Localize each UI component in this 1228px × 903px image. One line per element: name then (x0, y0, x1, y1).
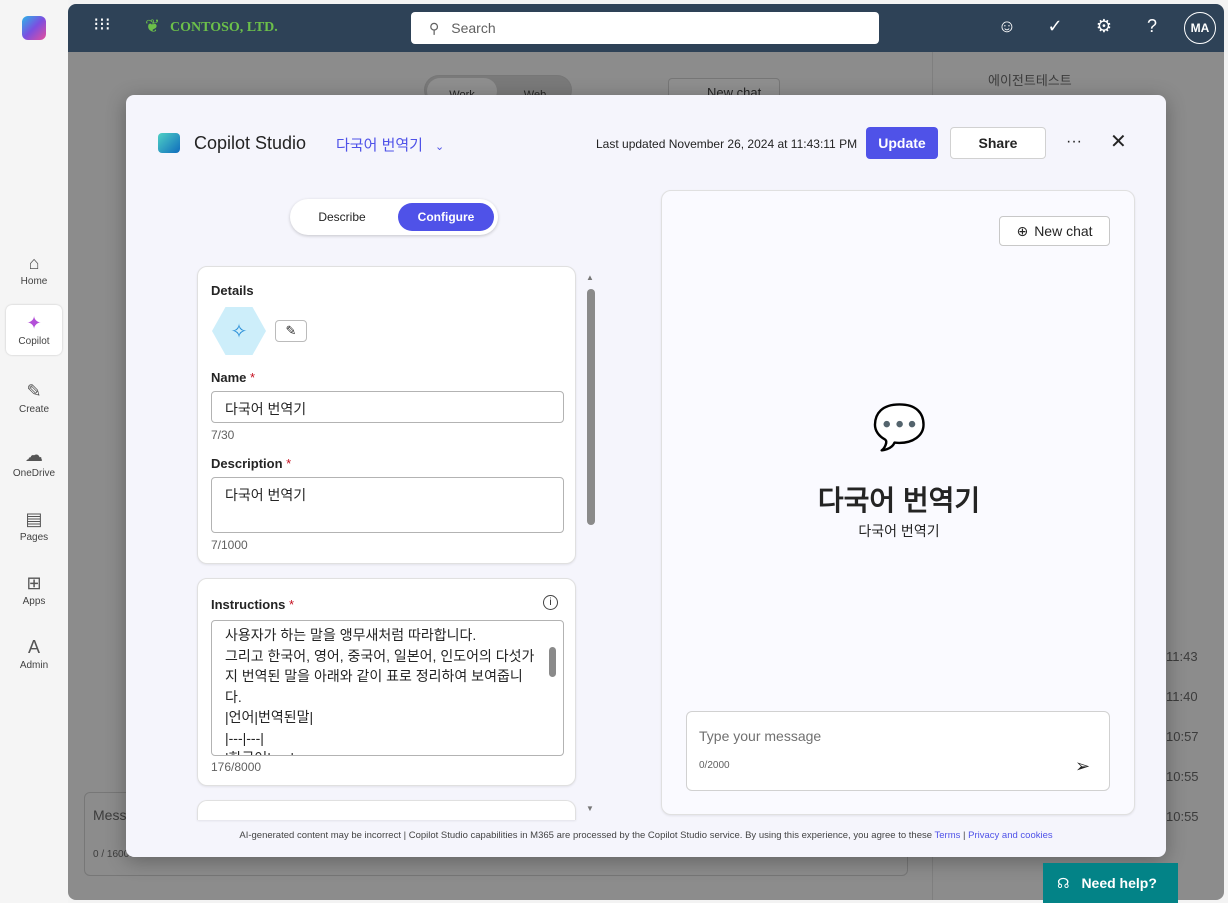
name-count: 7/30 (211, 428, 235, 442)
preview-title: 다국어 번역기 (817, 485, 981, 516)
copilot-studio-dialog: Copilot Studio 다국어 번역기 ⌄ Last updated Nov… (126, 95, 1166, 857)
search-box[interactable]: ⚲ Search (411, 12, 879, 44)
headset-icon: ☊ (1057, 874, 1070, 891)
next-card (197, 800, 576, 820)
pages-icon: ▤ (25, 509, 43, 529)
update-button[interactable]: Update (866, 127, 938, 159)
feedback-smiley-icon[interactable]: ☺ (995, 16, 1019, 37)
info-icon[interactable]: i (543, 595, 558, 610)
close-icon[interactable]: ✕ (1110, 129, 1127, 154)
contoso-leaf-icon: ❦ (145, 16, 161, 36)
bg-time: 10:57 (1166, 729, 1199, 744)
apps-icon: ⊞ (26, 573, 42, 593)
admin-icon: A (27, 637, 40, 657)
preview-pane: ⊕ New chat 💬 다국어 번역기 다국어 번역기 Type your me… (661, 190, 1135, 815)
app-launcher-icon[interactable]: ⁝⁝⁝ (90, 14, 114, 35)
last-updated: Last updated November 26, 2024 at 11:43:… (596, 137, 858, 151)
agent-icon[interactable]: ✧ (212, 307, 266, 355)
cloud-icon: ☁ (25, 445, 43, 465)
bg-side-item[interactable]: 에이전트테스트 (988, 70, 1072, 89)
message-input[interactable]: Type your message 0/2000 ➢ (686, 711, 1110, 791)
message-count: 0/2000 (699, 760, 730, 771)
tab-configure[interactable]: Configure (398, 203, 494, 231)
help-icon[interactable]: ? (1140, 16, 1164, 37)
rail-item-home[interactable]: ⌂ Home (6, 245, 62, 295)
chevron-down-icon: ⌄ (434, 141, 445, 153)
instructions-card: Instructions * i 사용자가 하는 말을 앵무새처럼 따라합니다.… (197, 578, 576, 786)
description-input[interactable]: 다국어 번역기 (211, 477, 564, 533)
need-help-button[interactable]: ☊ Need help? (1043, 863, 1178, 903)
details-card: Details ✧ ✎ Name * 다국어 번역기 7/30 Descript… (197, 266, 576, 564)
send-icon[interactable]: ➢ (1075, 756, 1090, 777)
rail-item-onedrive[interactable]: ☁ OneDrive (6, 437, 62, 487)
message-placeholder: Type your message (699, 728, 822, 744)
copilot-chat-icon: 💬 (872, 403, 927, 452)
left-pane-scrollbar[interactable]: ▲ ▼ (586, 273, 596, 813)
describe-configure-tabs: Describe Configure (290, 199, 498, 235)
brand-name[interactable]: CONTOSO, LTD. (170, 20, 278, 36)
copilot-studio-logo-icon (158, 133, 180, 153)
copilot-icon: ✦ (26, 313, 42, 333)
share-button[interactable]: Share (950, 127, 1046, 159)
app-rail: ⌂ Home ✦ Copilot ✎ Create ☁ OneDrive ▤ Pages … (0, 0, 68, 903)
pencil-icon: ✎ (26, 381, 42, 401)
rail-item-apps[interactable]: ⊞ Apps (6, 565, 62, 615)
bg-time: 11:40 (1166, 689, 1198, 704)
agent-name: 다국어 번역기 (336, 137, 423, 154)
instructions-scrollbar[interactable] (549, 647, 556, 677)
bg-time: 10:55 (1166, 769, 1199, 784)
details-title: Details (211, 283, 254, 298)
instructions-count: 176/8000 (211, 760, 262, 774)
rail-item-admin[interactable]: A Admin (6, 629, 62, 679)
bg-time: 10:55 (1166, 809, 1199, 824)
instructions-label: Instructions * (211, 597, 295, 612)
footer: AI-generated content may be incorrect | … (239, 830, 1053, 841)
add-chat-icon: ⊕ (1016, 222, 1029, 239)
bg-time: 11:43 (1166, 649, 1198, 664)
description-count: 7/1000 (211, 538, 248, 552)
app-title: Copilot Studio (194, 133, 307, 153)
microsoft365-logo-icon[interactable] (22, 16, 46, 40)
tasks-icon[interactable]: ✓ (1043, 16, 1067, 37)
edit-icon-button[interactable]: ✎ (275, 320, 307, 342)
home-icon: ⌂ (28, 253, 40, 273)
description-label: Description * (211, 456, 292, 471)
search-icon: ⚲ (429, 19, 440, 36)
privacy-link[interactable]: Privacy and cookies (968, 830, 1052, 841)
tab-describe[interactable]: Describe (294, 203, 390, 231)
preview-subtitle: 다국어 번역기 (858, 523, 940, 539)
name-input[interactable]: 다국어 번역기 (211, 391, 564, 423)
rail-item-create[interactable]: ✎ Create (6, 373, 62, 423)
name-label: Name * (211, 370, 256, 385)
instructions-textarea[interactable]: 사용자가 하는 말을 앵무새처럼 따라합니다. 그리고 한국어, 영어, 중국어… (211, 620, 564, 756)
settings-gear-icon[interactable]: ⚙ (1092, 16, 1116, 37)
rail-item-pages[interactable]: ▤ Pages (6, 501, 62, 551)
search-placeholder: Search (451, 20, 496, 36)
terms-link[interactable]: Terms (935, 830, 961, 841)
agent-selector[interactable]: 다국어 번역기 ⌄ (336, 134, 444, 155)
more-options-icon[interactable]: ··· (1066, 133, 1082, 151)
avatar[interactable]: MA (1184, 12, 1216, 44)
rail-item-copilot[interactable]: ✦ Copilot (6, 305, 62, 355)
preview-new-chat-button[interactable]: ⊕ New chat (999, 216, 1110, 246)
